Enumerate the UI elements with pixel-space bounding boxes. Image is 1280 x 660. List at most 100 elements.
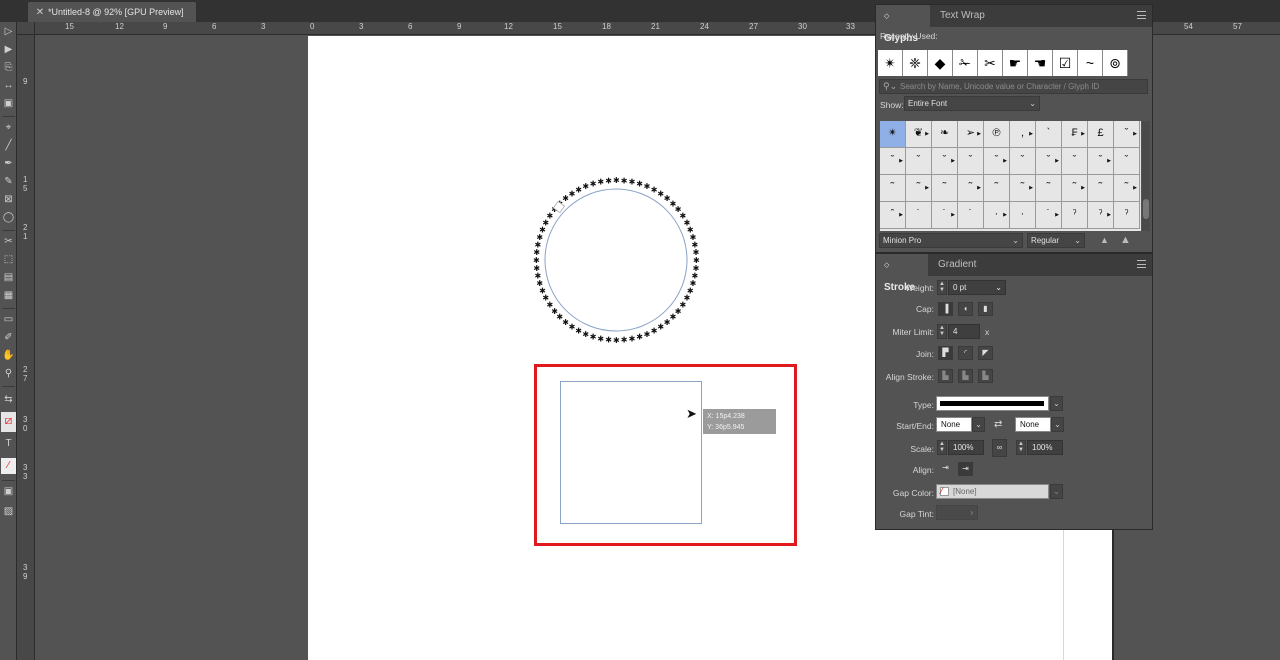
glyph-cell[interactable]: ˀ <box>1114 202 1140 229</box>
apply-none-icon[interactable]: ⁄ <box>1 458 16 474</box>
glyph-cell[interactable]: ✴ <box>880 121 906 148</box>
glyph-cell[interactable]: ℗ <box>984 121 1010 148</box>
gap-tint-field[interactable]: › <box>936 505 978 520</box>
glyph-cell[interactable]: ˆ ▶ <box>880 202 906 229</box>
recent-glyph[interactable]: ✂ <box>978 50 1003 76</box>
chevron-down-icon[interactable]: ⌄ <box>1050 484 1063 499</box>
glyph-cell[interactable]: ˜ <box>984 175 1010 202</box>
round-join-icon[interactable]: ◜ <box>958 346 973 360</box>
note-tool-icon[interactable]: ▭ <box>1 312 16 328</box>
font-style-dropdown[interactable]: Regular ⌄ <box>1027 233 1085 248</box>
recent-glyph[interactable]: ☛ <box>1003 50 1028 76</box>
glyph-cell[interactable]: ˜ ▶ <box>1062 175 1088 202</box>
scale-start-field[interactable]: 100% <box>948 440 984 455</box>
glyph-cell[interactable]: ❦ ▶ <box>906 121 932 148</box>
glyph-cell[interactable]: ➢ ▶ <box>958 121 984 148</box>
miter-join-icon[interactable]: ▛ <box>938 346 953 360</box>
hand-tool-icon[interactable]: ✋ <box>1 348 16 364</box>
miter-stepper[interactable]: ▲ ▼ <box>937 324 947 339</box>
weight-stepper[interactable]: ▲ ▼ <box>937 280 947 295</box>
butt-cap-icon[interactable]: ▐ <box>938 302 953 316</box>
align-stroke-center-icon[interactable]: ▙ <box>938 369 953 383</box>
glyph-cell[interactable]: ˙ <box>958 202 984 229</box>
glyph-cell[interactable]: ˇ ▶ <box>984 148 1010 175</box>
rectangle-frame-tool-icon[interactable]: ⊠ <box>1 192 16 208</box>
scale-end-stepper[interactable]: ▲ ▼ <box>1016 440 1026 455</box>
recent-glyph[interactable]: ✁ <box>953 50 978 76</box>
glyph-search-input[interactable]: ⚲⌄ Search by Name, Unicode value or Char… <box>879 79 1148 94</box>
glyph-cell[interactable]: ˇ ▶ <box>1088 148 1114 175</box>
tab-gradient[interactable]: Gradient <box>930 254 984 276</box>
glyph-cell[interactable]: ˙ ▶ <box>932 202 958 229</box>
glyph-grid-scrollbar[interactable] <box>1142 121 1150 231</box>
glyph-cell[interactable]: ˀ <box>1062 202 1088 229</box>
glyph-cell[interactable]: ˜ ▶ <box>906 175 932 202</box>
panel-menu-icon[interactable] <box>1137 260 1146 268</box>
glyph-cell[interactable]: ˙ ▶ <box>1036 202 1062 229</box>
pen-tool-icon[interactable]: ✒ <box>1 156 16 172</box>
preview-mode-icon[interactable]: ▨ <box>1 504 16 520</box>
glyph-cell[interactable]: ˇ ▶ <box>1036 148 1062 175</box>
glyph-cell[interactable]: £ <box>1088 121 1114 148</box>
scrollbar-thumb[interactable] <box>1143 199 1149 219</box>
recent-glyph[interactable]: ⊚ <box>1103 50 1128 76</box>
scissors-tool-icon[interactable]: ✂ <box>1 234 16 250</box>
star-stroked-circle[interactable]: ✱✱✱✱✱✱✱✱✱✱✱✱✱✱✱✱✱✱✱✱✱✱✱✱✱✱✱✱✱✱✱✱✱✱✱✱✱✱✱✱… <box>530 174 702 346</box>
tab-stroke[interactable]: ◇ Stroke <box>876 254 928 293</box>
default-fill-stroke-icon[interactable]: ⇆ <box>1 392 16 408</box>
place-arrow-tip-icon[interactable]: ⇥ <box>958 462 973 476</box>
zoom-tool-icon[interactable]: ⚲ <box>1 366 16 382</box>
glyph-cell[interactable]: ˜ ▶ <box>1114 175 1140 202</box>
glyph-cell[interactable]: ˇ <box>1010 148 1036 175</box>
bevel-join-icon[interactable]: ◤ <box>978 346 993 360</box>
glyph-cell[interactable]: ˇ <box>958 148 984 175</box>
recent-glyph[interactable]: ☚ <box>1028 50 1053 76</box>
type-tool-icon[interactable]: ⌖ <box>1 120 16 136</box>
glyph-cell[interactable]: ˇ <box>906 148 932 175</box>
chevron-down-icon[interactable]: ⌄ <box>1051 417 1064 432</box>
glyph-cell[interactable]: ` <box>1036 121 1062 148</box>
ellipse-tool-icon[interactable]: ◯ <box>1 210 16 226</box>
start-arrowhead-dropdown[interactable]: None <box>936 417 972 432</box>
glyph-cell[interactable]: ˜ <box>880 175 906 202</box>
glyph-cell[interactable]: ˜ ▶ <box>1010 175 1036 202</box>
glyph-cell[interactable]: ˜ <box>1088 175 1114 202</box>
glyph-cell[interactable]: · <box>1010 202 1036 229</box>
gap-tool-icon[interactable]: ↔ <box>1 78 16 94</box>
glyph-cell[interactable]: ˀ ▶ <box>1088 202 1114 229</box>
free-transform-tool-icon[interactable]: ⬚ <box>1 252 16 268</box>
stroke-type-dropdown[interactable] <box>936 396 1049 411</box>
glyph-cell[interactable]: ˇ <box>1062 148 1088 175</box>
swap-arrowheads-icon[interactable]: ⇄ <box>994 419 1002 430</box>
projecting-cap-icon[interactable]: ▮ <box>978 302 993 316</box>
ruler-origin[interactable] <box>17 22 35 35</box>
tab-glyphs[interactable]: ◇ Glyphs <box>876 5 930 44</box>
chevron-down-icon[interactable]: ⌄ <box>1050 396 1063 411</box>
gradient-feather-tool-icon[interactable]: ▦ <box>1 288 16 304</box>
glyph-cell[interactable]: ❧ <box>932 121 958 148</box>
glyph-cell[interactable]: ˇ ▶ <box>932 148 958 175</box>
glyph-cell[interactable]: ˙ <box>906 202 932 229</box>
recent-glyph[interactable]: ☑ <box>1053 50 1078 76</box>
scale-end-field[interactable]: 100% <box>1027 440 1063 455</box>
glyph-cell[interactable]: ˜ <box>932 175 958 202</box>
zoom-out-glyphs-icon[interactable]: ▲ <box>1100 235 1109 245</box>
font-family-dropdown[interactable]: Minion Pro ⌄ <box>879 233 1023 248</box>
miter-limit-field[interactable]: 4 <box>948 324 980 339</box>
extend-arrow-tip-icon[interactable]: ⇥ <box>938 462 953 476</box>
selection-tool-icon[interactable]: ▷ <box>1 24 16 40</box>
recent-glyph[interactable]: ❈ <box>903 50 928 76</box>
line-tool-icon[interactable]: ╱ <box>1 138 16 154</box>
recent-glyph[interactable]: ◆ <box>928 50 953 76</box>
tab-text-wrap[interactable]: Text Wrap <box>932 5 993 27</box>
recent-glyph[interactable]: ✴ <box>878 50 903 76</box>
gap-color-dropdown[interactable]: ⁄ [None] <box>936 484 1049 499</box>
align-stroke-inside-icon[interactable]: ▙ <box>958 369 973 383</box>
glyph-cell[interactable]: ˜ <box>1036 175 1062 202</box>
gradient-swatch-tool-icon[interactable]: ▤ <box>1 270 16 286</box>
document-tab[interactable]: ✕ *Untitled-8 @ 92% [GPU Preview] <box>28 2 196 22</box>
show-dropdown[interactable]: Entire Font ⌄ <box>904 96 1040 111</box>
end-arrowhead-dropdown[interactable]: None <box>1015 417 1051 432</box>
recent-glyph[interactable]: ~ <box>1078 50 1103 76</box>
glyph-cell[interactable]: ˇ ▶ <box>880 148 906 175</box>
